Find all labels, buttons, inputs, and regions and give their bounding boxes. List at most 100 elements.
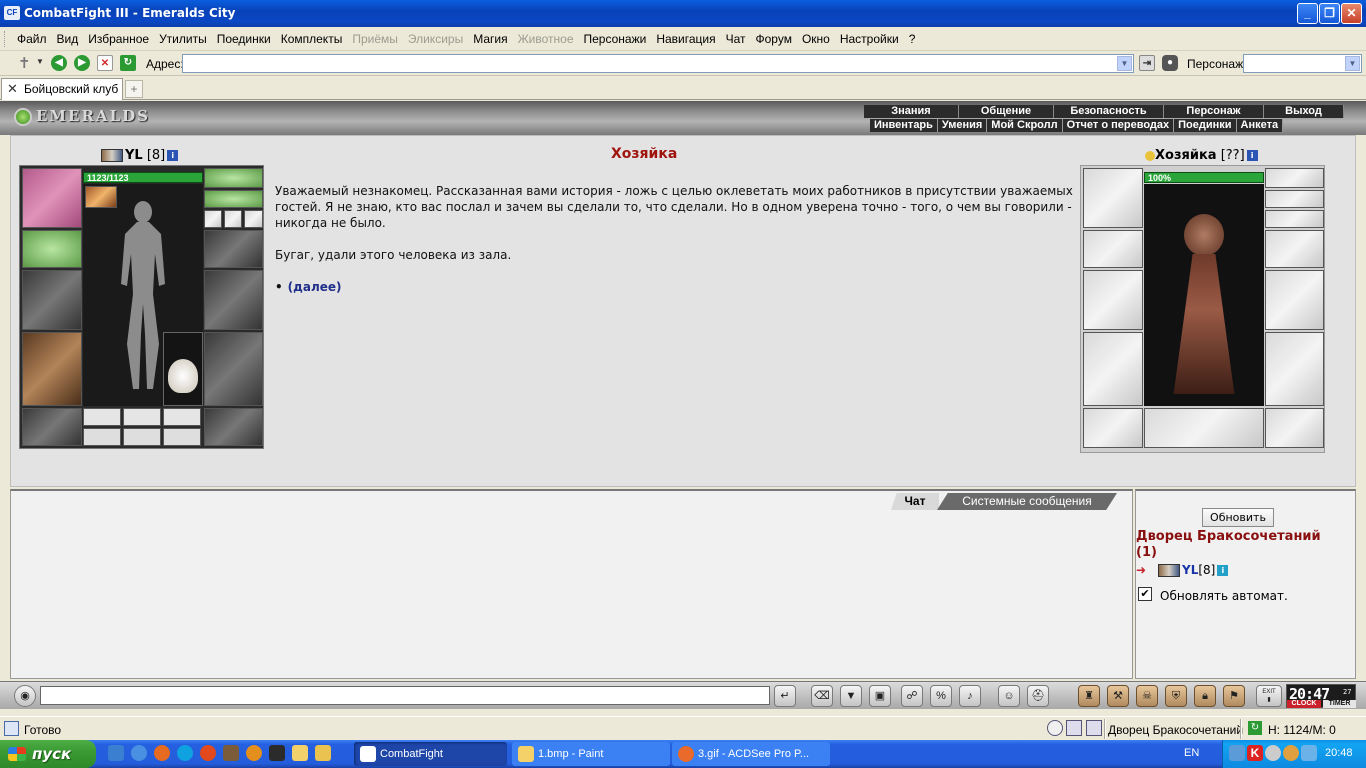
ring-slot-2[interactable]: [123, 408, 161, 426]
document-icon[interactable]: [1086, 720, 1102, 736]
rune-slot-1[interactable]: [83, 428, 121, 446]
earring-slot[interactable]: [204, 168, 263, 188]
maximize-button[interactable]: ❐: [1319, 3, 1340, 24]
save-icon[interactable]: ▣: [869, 685, 891, 707]
smiley-icon[interactable]: ☺: [998, 685, 1020, 707]
ring-slot-3[interactable]: [163, 408, 201, 426]
stop-icon[interactable]: ✕: [97, 55, 113, 71]
auto-refresh-checkbox[interactable]: ✔: [1138, 587, 1152, 601]
close-button[interactable]: ✕: [1341, 3, 1362, 24]
menu-characters[interactable]: Персонажи: [579, 32, 652, 46]
antivirus-icon[interactable]: K: [1247, 745, 1263, 761]
tab-chat[interactable]: Чат: [891, 493, 939, 510]
messenger-icon[interactable]: [131, 745, 147, 761]
shield-icon[interactable]: ⛨: [1165, 685, 1187, 707]
nav-security[interactable]: Безопасность: [1054, 105, 1164, 118]
item-slot-2[interactable]: [224, 210, 242, 228]
rune-slot-3[interactable]: [163, 428, 201, 446]
tab-fight-club[interactable]: ✕ Бойцовский клуб: [1, 78, 123, 100]
subnav-duels[interactable]: Поединки: [1174, 119, 1237, 132]
clock-label[interactable]: CLOCK: [1287, 700, 1321, 708]
player-name[interactable]: YL: [125, 148, 143, 163]
sound-icon[interactable]: ♪: [959, 685, 981, 707]
cf-icon[interactable]: [269, 745, 285, 761]
exit-button[interactable]: EXIT ▮: [1256, 685, 1282, 707]
sync-icon[interactable]: [1265, 745, 1281, 761]
player-icon[interactable]: [246, 745, 262, 761]
clock-icon[interactable]: [1047, 720, 1063, 736]
weapon-right-slot[interactable]: [204, 270, 263, 330]
menu-chat[interactable]: Чат: [721, 32, 751, 46]
gloves-slot[interactable]: [22, 230, 82, 268]
next-link[interactable]: (далее): [288, 280, 342, 294]
item-slot-1[interactable]: [204, 210, 222, 228]
nav-communication[interactable]: Общение: [959, 105, 1054, 118]
game-icon[interactable]: [223, 745, 239, 761]
menu-sets[interactable]: Комплекты: [276, 32, 348, 46]
bag-icon[interactable]: ♜: [1078, 685, 1100, 707]
private-message-icon[interactable]: ➜: [1136, 563, 1158, 577]
menu-utilities[interactable]: Утилиты: [154, 32, 212, 46]
chat-log[interactable]: Чат Системные сообщения: [10, 489, 1133, 679]
refresh-icon[interactable]: ↻: [120, 55, 136, 71]
nav-knowledge[interactable]: Знания: [864, 105, 959, 118]
persona-select[interactable]: ▼: [1243, 54, 1362, 73]
menu-forum[interactable]: Форум: [751, 32, 797, 46]
armor-slot[interactable]: [22, 332, 82, 406]
title-bar[interactable]: CF CombatFight III - Emeralds City _ ❐ ✕: [0, 0, 1366, 27]
nav-exit[interactable]: Выход: [1264, 105, 1344, 118]
info-icon[interactable]: i: [167, 150, 179, 161]
user-name[interactable]: YL: [1182, 563, 1198, 577]
task-acdsee[interactable]: 3.gif - ACDSee Pro P...: [672, 742, 830, 766]
boots-slot[interactable]: [204, 408, 263, 446]
new-tab-button[interactable]: +: [125, 80, 143, 98]
chevron-down-icon[interactable]: ▼: [1345, 56, 1360, 71]
info-icon[interactable]: i: [1217, 565, 1229, 576]
chevron-down-icon[interactable]: ▼: [1117, 56, 1132, 71]
back-icon[interactable]: ◀: [51, 55, 67, 71]
subnav-inventory[interactable]: Инвентарь: [870, 119, 938, 132]
rune-slot-2[interactable]: [123, 428, 161, 446]
network-icon[interactable]: [1229, 745, 1245, 761]
legs-slot[interactable]: [204, 332, 263, 406]
sword-icon[interactable]: ✝: [18, 54, 31, 72]
menu-window[interactable]: Окно: [797, 32, 835, 46]
media-tray-icon[interactable]: [1283, 745, 1299, 761]
tab-system-messages[interactable]: Системные сообщения: [937, 493, 1117, 510]
volume-icon[interactable]: [1301, 745, 1317, 761]
menu-help[interactable]: ?: [904, 32, 921, 46]
toolbar-grip[interactable]: [4, 31, 7, 47]
start-button[interactable]: пуск: [0, 740, 96, 768]
refresh-icon[interactable]: ↻: [1248, 721, 1262, 735]
folder-icon[interactable]: [292, 745, 308, 761]
hammer-icon[interactable]: ⚒: [1107, 685, 1129, 707]
firefox-icon[interactable]: [154, 745, 170, 761]
skype-icon[interactable]: [177, 745, 193, 761]
ring-slot-1[interactable]: [83, 408, 121, 426]
forward-icon[interactable]: ▶: [74, 55, 90, 71]
pet-slot[interactable]: [163, 332, 203, 406]
close-tab-icon[interactable]: ✕: [7, 79, 18, 99]
menu-file[interactable]: Файл: [12, 32, 52, 46]
subnav-my-scroll[interactable]: Мой Скролл: [987, 119, 1063, 132]
percent-icon[interactable]: %: [930, 685, 952, 707]
send-icon[interactable]: ↵: [774, 685, 796, 707]
address-input[interactable]: ▼: [182, 54, 1134, 73]
subnav-transfer-report[interactable]: Отчет о переводах: [1063, 119, 1175, 132]
flag-icon[interactable]: ⚑: [1223, 685, 1245, 707]
timer-label[interactable]: TIMER: [1323, 700, 1356, 708]
subnav-skills[interactable]: Умения: [938, 119, 988, 132]
online-user[interactable]: ➜ YL[8] i: [1136, 563, 1229, 577]
eraser-icon[interactable]: ⌫: [811, 685, 833, 707]
chevron-down-icon[interactable]: ▼: [36, 57, 44, 66]
helmet-icon[interactable]: ⛑: [1027, 685, 1049, 707]
item-slot-3[interactable]: [244, 210, 263, 228]
language-indicator[interactable]: EN: [1184, 747, 1199, 759]
weapon-left-slot[interactable]: [22, 270, 82, 330]
menu-duels[interactable]: Поединки: [212, 32, 276, 46]
menu-favorites[interactable]: Избранное: [83, 32, 154, 46]
menu-magic[interactable]: Магия: [468, 32, 512, 46]
run-icon[interactable]: ☍: [901, 685, 923, 707]
folder-icon[interactable]: [315, 745, 331, 761]
amulet-slot[interactable]: [22, 168, 82, 228]
